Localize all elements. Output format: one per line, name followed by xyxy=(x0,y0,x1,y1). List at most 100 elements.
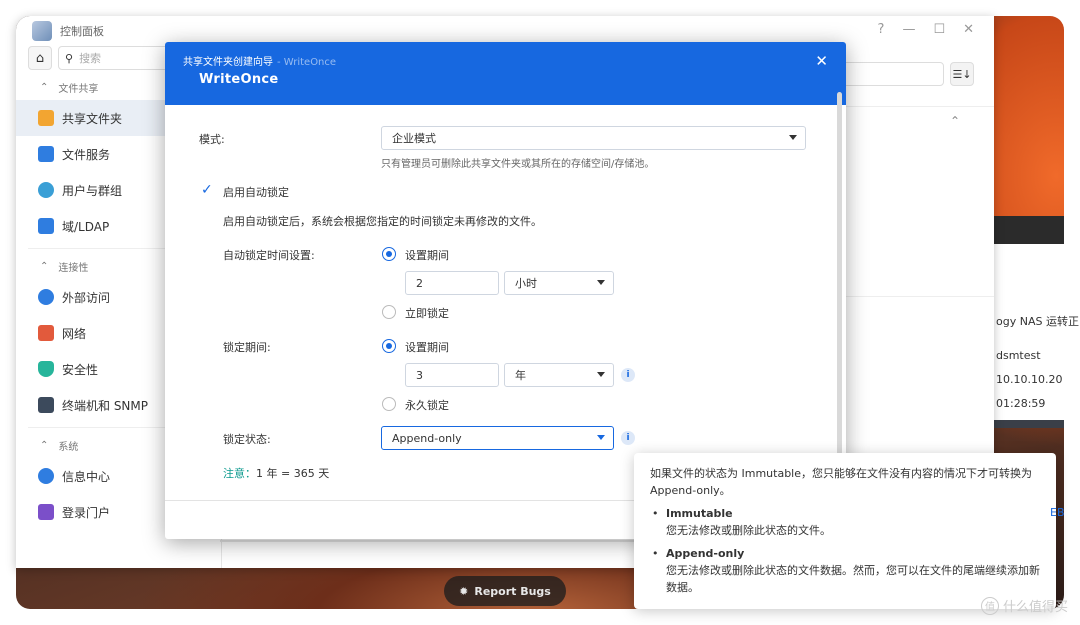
lock-period-label: 锁定期间: xyxy=(223,341,271,354)
lock-period-set-radio[interactable] xyxy=(382,339,396,353)
dialog-header: 共享文件夹创建向导 - WriteOnce WriteOnce ✕ xyxy=(165,42,846,105)
section-title: 连接性 xyxy=(58,262,89,274)
domain-icon xyxy=(38,218,54,234)
info-time: 01:28:59 xyxy=(996,397,1046,410)
sidebar-item-label: 共享文件夹 xyxy=(62,111,123,126)
info-ip: 10.10.10.20 xyxy=(996,373,1063,386)
chevron-down-icon xyxy=(597,280,605,285)
note-key: 注意： xyxy=(223,467,256,480)
info-panel-bar xyxy=(994,420,1064,428)
maximize-button[interactable]: ☐ xyxy=(933,22,945,37)
lock-state-value: Append-only xyxy=(392,431,462,445)
sidebar-item-label: 网络 xyxy=(62,326,87,341)
minimize-button[interactable]: — xyxy=(902,22,915,37)
lock-state-info-icon[interactable]: i xyxy=(621,431,635,445)
window-controls: ? — ☐ ✕ xyxy=(878,22,974,37)
sidebar-item-label: 信息中心 xyxy=(62,469,111,484)
search-placeholder: 搜索 xyxy=(79,52,102,65)
users-icon xyxy=(38,182,54,198)
section-title: 系统 xyxy=(58,441,79,453)
tooltip-item-append-only: Append-only 您无法修改或删除此状态的文件数据。然而，您可以在文件的尾… xyxy=(650,545,1040,596)
sidebar-item-label: 用户与群组 xyxy=(62,183,123,198)
mode-hint: 只有管理员可删除此共享文件夹或其所在的存储空间/存储池。 xyxy=(381,159,655,170)
mode-label: 模式: xyxy=(199,133,225,146)
terminal-icon xyxy=(38,397,54,413)
chevron-up-icon: ⌃ xyxy=(40,439,49,451)
external-access-icon xyxy=(38,289,54,305)
content-divider xyxy=(836,106,994,107)
bug-icon: ✹ xyxy=(459,584,469,598)
sidebar-item-label: 安全性 xyxy=(62,362,99,377)
auto-lock-set-period-radio[interactable] xyxy=(382,247,396,261)
lock-now-radio[interactable] xyxy=(382,305,396,319)
lock-period-set-label: 设置期间 xyxy=(405,341,449,354)
breadcrumb-sub: - WriteOnce xyxy=(277,57,337,68)
lock-period-input[interactable]: 3 xyxy=(405,363,499,387)
search-icon: ⚲ xyxy=(65,51,74,65)
lock-period-unit-select[interactable]: 年 xyxy=(504,363,614,387)
home-icon: ⌂ xyxy=(35,50,45,66)
info-center-icon xyxy=(38,468,54,484)
auto-lock-unit-value: 小时 xyxy=(515,277,537,290)
tooltip-item-desc: 您无法修改或删除此状态的文件数据。然而，您可以在文件的尾端继续添加新数据。 xyxy=(666,564,1040,594)
note-text: 1 年 = 365 天 xyxy=(256,467,330,480)
tooltip-item-title: Append-only xyxy=(666,547,745,560)
sidebar-item-label: 登录门户 xyxy=(62,505,111,520)
home-button[interactable]: ⌂ xyxy=(28,46,52,70)
report-bugs-label: Report Bugs xyxy=(474,584,551,598)
watermark-text: 什么值得买 xyxy=(1002,600,1068,615)
sort-icon: ☰↓ xyxy=(952,67,972,81)
sidebar-item-label: 外部访问 xyxy=(62,290,111,305)
report-bugs-button[interactable]: ✹ Report Bugs xyxy=(444,576,566,606)
mode-select[interactable]: 企业模式 xyxy=(381,126,806,150)
lock-state-select[interactable]: Append-only xyxy=(381,426,614,450)
login-portal-icon xyxy=(38,504,54,520)
help-button[interactable]: ? xyxy=(878,22,885,37)
lock-period-info-icon[interactable]: i xyxy=(621,368,635,382)
info-status: ogy NAS 运转正 xyxy=(996,315,1079,328)
content-filter-input[interactable] xyxy=(836,62,944,86)
watermark: 值 什么值得买 xyxy=(980,596,1068,615)
tooltip-item-desc: 您无法修改或删除此状态的文件。 xyxy=(666,524,831,537)
sidebar-item-label: 域/LDAP xyxy=(62,219,110,234)
auto-lock-label: 启用自动锁定 xyxy=(223,186,289,199)
auto-lock-period-input[interactable]: 2 xyxy=(405,271,499,295)
lock-now-label: 立即锁定 xyxy=(405,307,449,320)
chevron-down-icon xyxy=(597,372,605,377)
chevron-down-icon xyxy=(789,135,797,140)
note: 注意：1 年 = 365 天 xyxy=(223,465,329,481)
sidebar-item-label: 终端机和 SNMP xyxy=(62,398,148,413)
auto-lock-time-label: 自动锁定时间设置: xyxy=(223,249,315,262)
info-link: EB xyxy=(1050,506,1065,519)
lock-state-tooltip: 如果文件的状态为 Immutable，您只能够在文件没有内容的情况下才可转换为 … xyxy=(634,453,1056,609)
chevron-down-icon xyxy=(597,435,605,440)
close-window-button[interactable]: ✕ xyxy=(963,22,974,37)
tooltip-item-title: Immutable xyxy=(666,507,733,520)
dialog-body: 模式: 企业模式 只有管理员可删除此共享文件夹或其所在的存储空间/存储池。 ✓ … xyxy=(165,105,841,503)
chevron-up-icon: ⌃ xyxy=(40,81,49,93)
dialog-title: WriteOnce xyxy=(199,72,279,87)
info-panel-header xyxy=(994,216,1064,244)
section-title: 文件共享 xyxy=(58,83,99,95)
lock-forever-label: 永久锁定 xyxy=(405,399,449,412)
lock-state-label: 锁定状态: xyxy=(223,433,271,446)
window-title: 控制面板 xyxy=(60,25,104,38)
lock-forever-radio[interactable] xyxy=(382,397,396,411)
lock-period-value: 3 xyxy=(416,368,423,382)
breadcrumb-main: 共享文件夹创建向导 xyxy=(183,57,273,68)
content-divider xyxy=(836,296,994,297)
auto-lock-checkbox[interactable]: ✓ xyxy=(201,183,215,197)
folder-icon xyxy=(38,110,54,126)
collapse-chevron-icon[interactable]: ⌃ xyxy=(950,114,960,128)
watermark-logo-icon: 值 xyxy=(980,596,999,615)
sidebar-item-label: 文件服务 xyxy=(62,147,111,162)
content-divider xyxy=(220,540,640,542)
sort-button[interactable]: ☰↓ xyxy=(950,62,974,86)
auto-lock-unit-select[interactable]: 小时 xyxy=(504,271,614,295)
close-icon[interactable]: ✕ xyxy=(815,52,828,70)
tooltip-intro: 如果文件的状态为 Immutable，您只能够在文件没有内容的情况下才可转换为 … xyxy=(650,467,1033,497)
shield-icon xyxy=(38,361,54,377)
chevron-up-icon: ⌃ xyxy=(40,260,49,272)
mode-value: 企业模式 xyxy=(392,132,436,145)
file-services-icon xyxy=(38,146,54,162)
